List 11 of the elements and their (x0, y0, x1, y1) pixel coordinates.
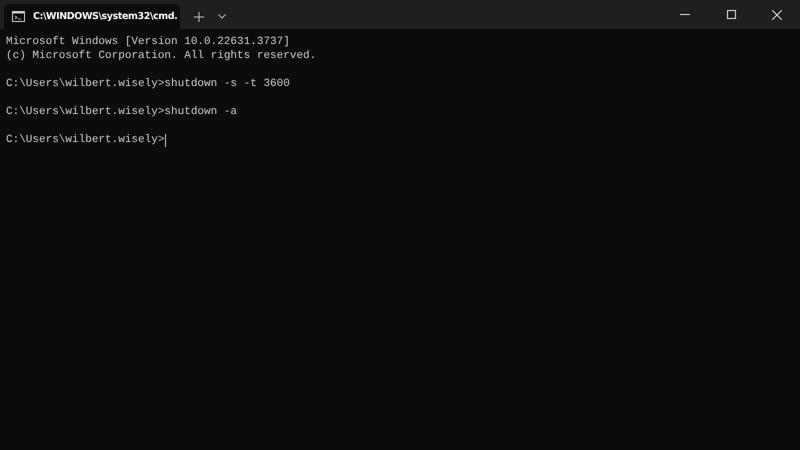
command-line: C:\Users\wilbert.wisely> (6, 133, 164, 147)
console-output: Microsoft Windows [Version 10.0.22631.3737] (6, 35, 290, 49)
close-icon[interactable] (772, 10, 782, 20)
terminal-icon (12, 11, 25, 22)
maximize-icon[interactable] (726, 10, 736, 19)
command-line: C:\Users\wilbert.wisely>shutdown -a (6, 105, 238, 119)
console-output: (c) Microsoft Corporation. All rights reserved. (6, 49, 316, 63)
chevron-down-icon[interactable] (218, 14, 226, 19)
terminal-tab[interactable]: C:\WINDOWS\system32\cmd. (4, 4, 180, 29)
command-line: C:\Users\wilbert.wisely>shutdown -s -t 3600 (6, 77, 290, 91)
plus-icon[interactable] (194, 12, 204, 22)
